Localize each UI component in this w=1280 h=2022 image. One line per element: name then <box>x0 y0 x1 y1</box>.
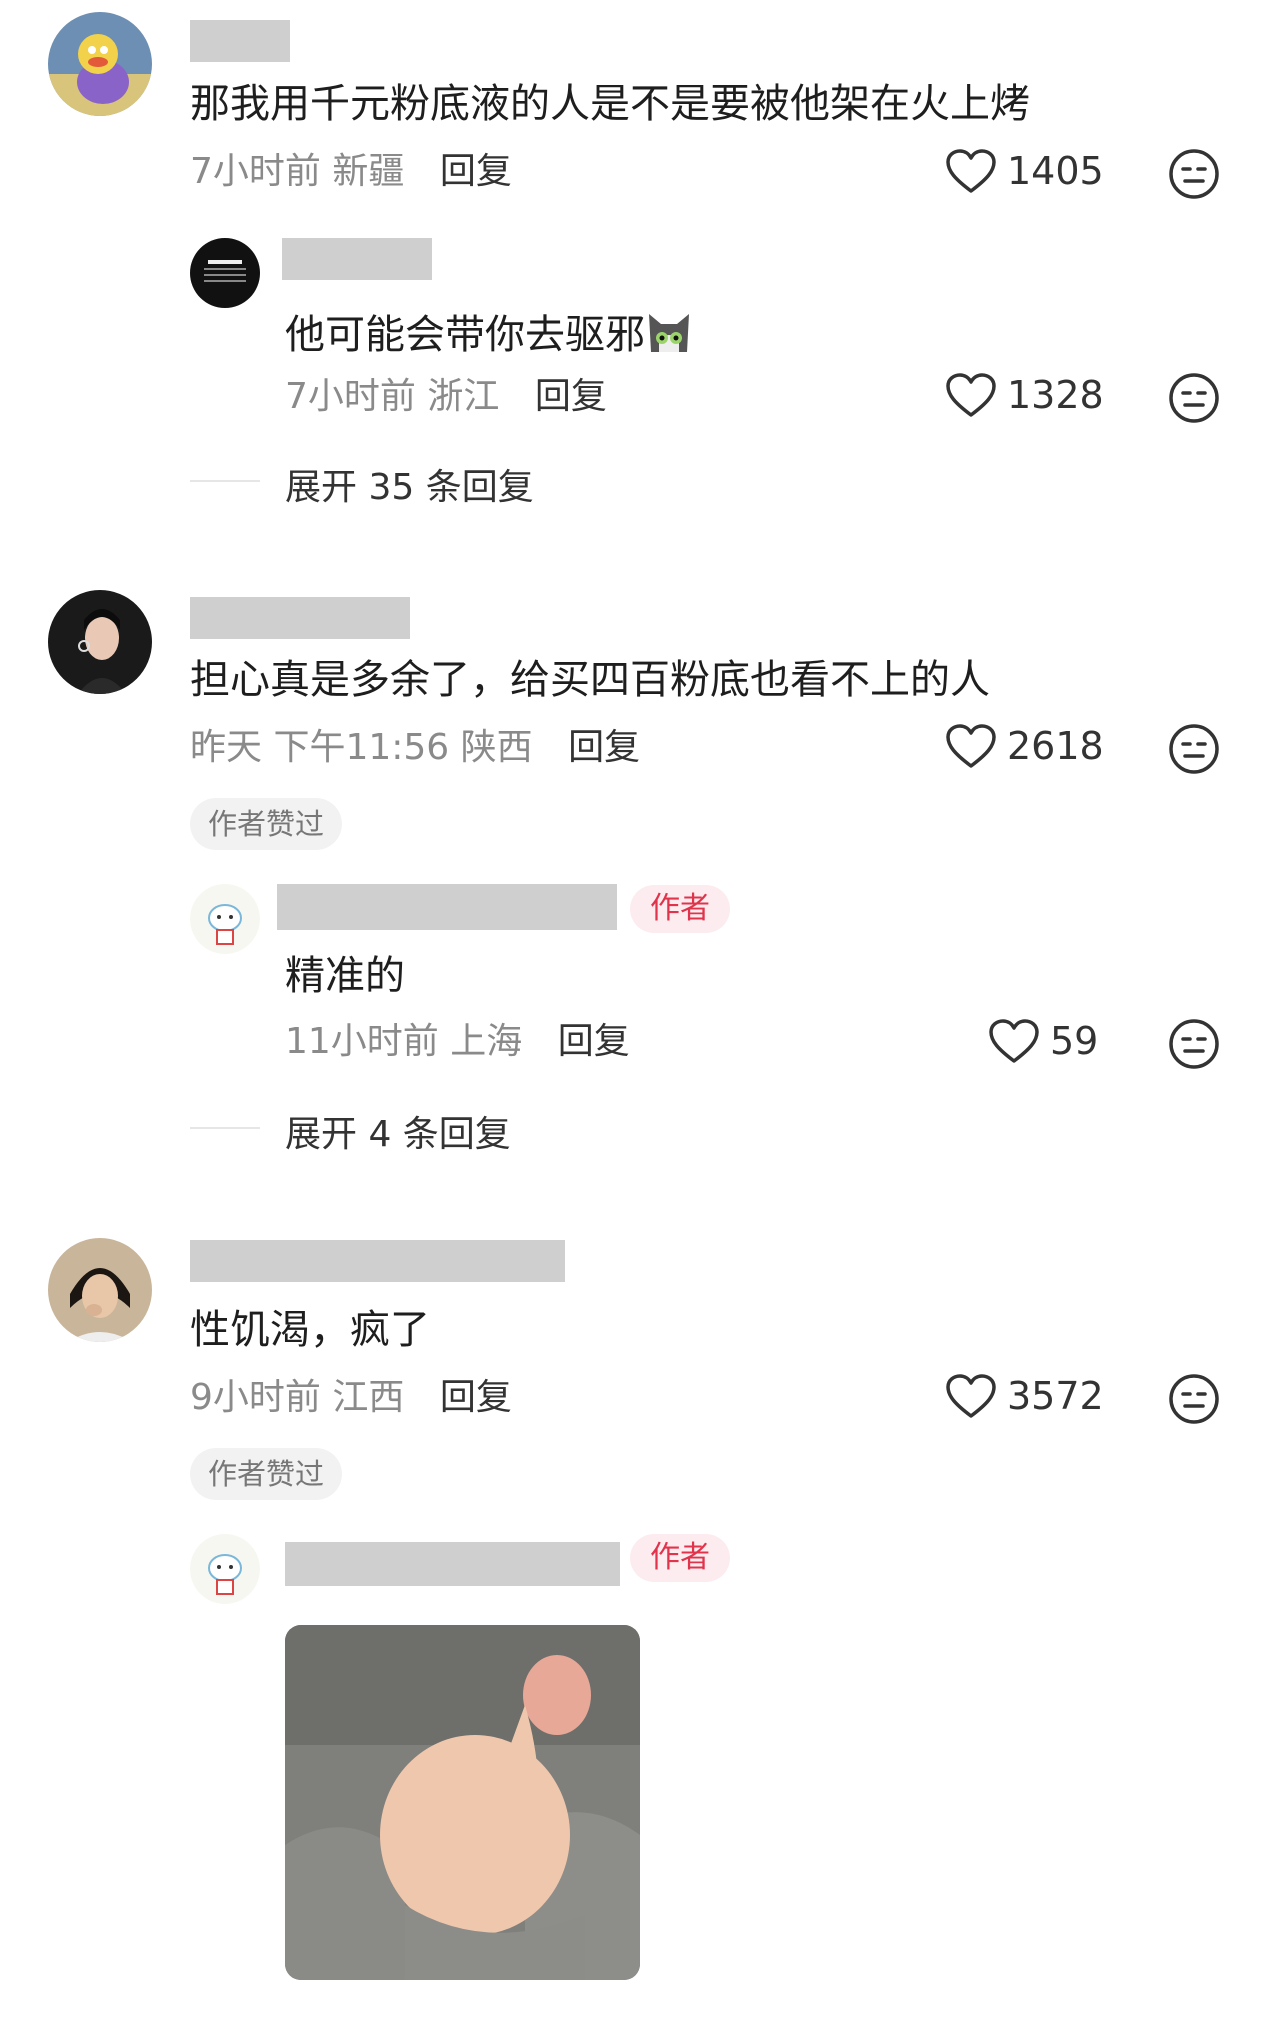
comment-meta: 9小时前 江西 回复 <box>190 1376 512 1420</box>
like-count: 2618 <box>1007 724 1104 768</box>
like-count: 1405 <box>1007 149 1104 193</box>
heart-outline-icon <box>946 1374 996 1418</box>
like-count: 59 <box>1050 1019 1099 1063</box>
reply-meta: 11小时前 上海 回复 <box>285 1020 630 1064</box>
username-redacted[interactable] <box>282 238 432 280</box>
author-liked-badge: 作者赞过 <box>190 798 343 850</box>
neutral-face-icon <box>1169 1019 1219 1069</box>
comment-time: 9小时前 <box>190 1377 321 1418</box>
author-tag: 作者 <box>630 885 730 933</box>
avatar[interactable] <box>190 884 260 954</box>
username-redacted[interactable] <box>190 597 410 639</box>
comment-region: 陕西 <box>460 727 533 768</box>
neutral-face-icon <box>1169 149 1219 199</box>
reply-time: 11小时前 <box>285 1021 439 1062</box>
dislike-button[interactable] <box>1168 372 1220 428</box>
comment-text: 那我用千元粉底液的人是不是要被他架在火上烤 <box>190 81 1030 127</box>
reply-time: 7小时前 <box>285 376 416 417</box>
comment-time: 昨天 下午11:56 <box>190 727 450 768</box>
like-button[interactable]: 59 <box>988 1018 1098 1064</box>
neutral-face-icon <box>1169 724 1219 774</box>
reply-region: 浙江 <box>427 376 500 417</box>
like-count: 3572 <box>1007 1374 1104 1418</box>
username-redacted[interactable] <box>190 1240 565 1282</box>
reply-text: 他可能会带你去驱邪 <box>285 308 693 359</box>
author-liked-badge: 作者赞过 <box>190 1448 343 1500</box>
avatar[interactable] <box>190 1534 260 1604</box>
like-button[interactable]: 1405 <box>945 148 1104 194</box>
reply-button[interactable]: 回复 <box>440 1377 512 1418</box>
comment-time: 7小时前 <box>190 151 321 192</box>
dislike-button[interactable] <box>1168 1373 1220 1429</box>
avatar[interactable] <box>48 590 152 694</box>
reply-button[interactable]: 回复 <box>568 727 640 768</box>
heart-outline-icon <box>989 1019 1039 1063</box>
divider <box>190 480 260 482</box>
dislike-button[interactable] <box>1168 723 1220 779</box>
comment-text: 性饥渴，疯了 <box>190 1307 430 1353</box>
reply-text-content: 他可能会带你去驱邪 <box>285 312 645 358</box>
comment-region: 江西 <box>332 1377 405 1418</box>
like-count: 1328 <box>1007 373 1104 417</box>
cat-face-emoji <box>649 314 689 352</box>
username-redacted[interactable] <box>190 20 290 62</box>
comment-region: 新疆 <box>332 151 405 192</box>
reply-button[interactable]: 回复 <box>535 376 607 417</box>
reply-button[interactable]: 回复 <box>558 1021 630 1062</box>
avatar[interactable] <box>190 238 260 308</box>
expand-replies-button[interactable]: 展开 35 条回复 <box>285 458 534 510</box>
avatar[interactable] <box>48 12 152 116</box>
neutral-face-icon <box>1169 373 1219 423</box>
comment-text: 担心真是多余了，给买四百粉底也看不上的人 <box>190 657 990 703</box>
reply-meta: 7小时前 浙江 回复 <box>285 375 607 419</box>
dislike-button[interactable] <box>1168 148 1220 204</box>
comment-meta: 昨天 下午11:56 陕西 回复 <box>190 726 640 770</box>
reply-text: 精准的 <box>285 953 405 999</box>
heart-outline-icon <box>946 373 996 417</box>
author-tag: 作者 <box>630 1534 730 1582</box>
reply-image-thumbs-up[interactable] <box>285 1625 640 1980</box>
reply-region: 上海 <box>450 1021 523 1062</box>
username-redacted[interactable] <box>285 1542 620 1586</box>
dislike-button[interactable] <box>1168 1018 1220 1074</box>
avatar[interactable] <box>48 1238 152 1342</box>
comment-meta: 7小时前 新疆 回复 <box>190 150 512 194</box>
neutral-face-icon <box>1169 1374 1219 1424</box>
like-button[interactable]: 1328 <box>945 372 1104 418</box>
like-button[interactable]: 2618 <box>945 723 1104 769</box>
divider <box>190 1127 260 1129</box>
reply-button[interactable]: 回复 <box>440 151 512 192</box>
username-redacted[interactable] <box>277 884 617 930</box>
like-button[interactable]: 3572 <box>945 1373 1104 1419</box>
heart-outline-icon <box>946 724 996 768</box>
heart-outline-icon <box>946 149 996 193</box>
expand-replies-button[interactable]: 展开 4 条回复 <box>285 1105 511 1157</box>
